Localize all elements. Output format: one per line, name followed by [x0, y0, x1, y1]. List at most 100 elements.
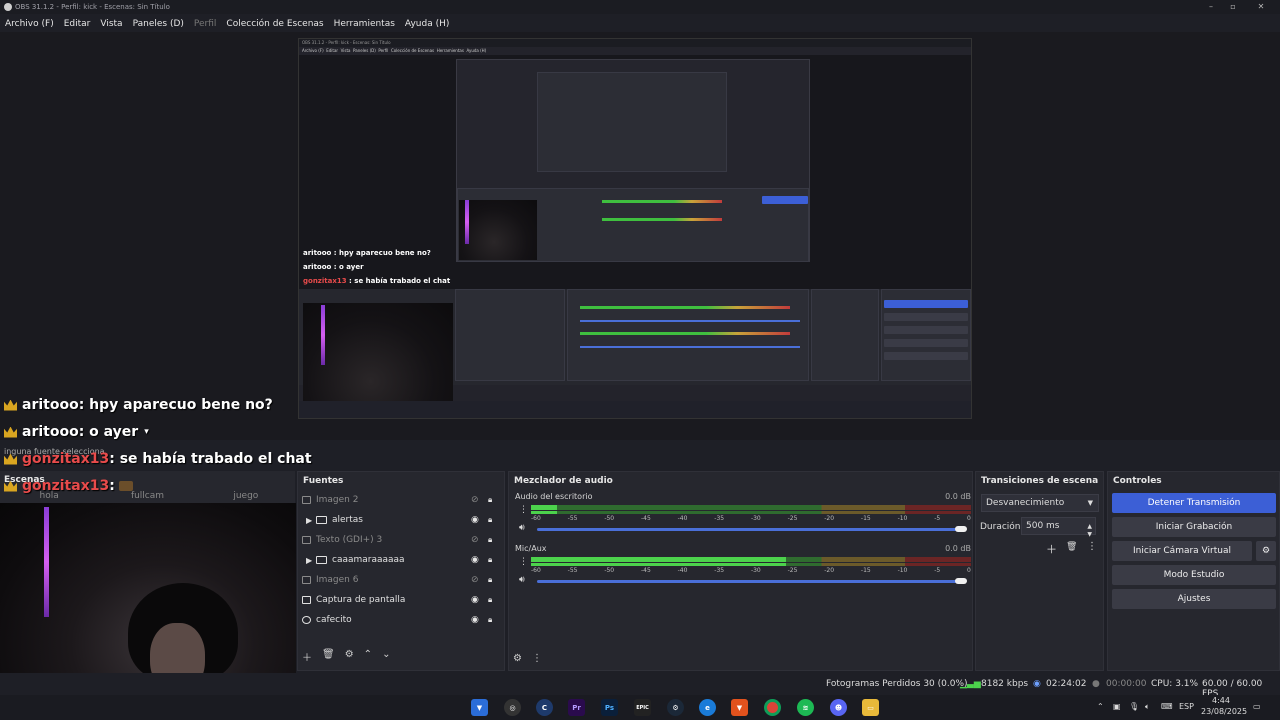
status-bar: Fotogramas Perdidos 30 (0.0%) ▁▃▅ 8182 k…: [0, 673, 1280, 699]
studio-mode-button[interactable]: Modo Estudio: [1112, 565, 1276, 585]
source-item[interactable]: ▶ caaamaraaaaaa: [302, 551, 498, 569]
clock-time[interactable]: 4:44: [1212, 696, 1230, 705]
menu-paneles[interactable]: Paneles (D): [133, 19, 184, 29]
source-item[interactable]: Texto (GDI+) 3: [302, 531, 498, 549]
scene-juego[interactable]: juego: [197, 491, 295, 503]
volume-slider-knob[interactable]: [955, 526, 967, 532]
steam-icon[interactable]: ⚙︎: [667, 699, 684, 716]
trash-icon[interactable]: 🗑︎: [322, 649, 335, 664]
lock-icon[interactable]: 🔒︎: [488, 615, 496, 624]
source-item[interactable]: Captura de pantalla: [302, 591, 498, 609]
speaker-icon[interactable]: 🔊︎: [519, 523, 525, 533]
kebab-menu-icon[interactable]: ⋮: [1087, 541, 1097, 552]
volume-slider[interactable]: [537, 580, 965, 583]
notification-icon[interactable]: ▭: [1253, 702, 1261, 711]
stream-time: 02:24:02: [1046, 679, 1087, 689]
discord-icon[interactable]: ☻: [830, 699, 847, 716]
eye-icon[interactable]: ◉: [471, 616, 481, 625]
kebab-menu-icon[interactable]: ⋮: [519, 505, 528, 515]
eye-icon[interactable]: ◉: [471, 596, 481, 605]
obs-icon[interactable]: ◎: [504, 699, 521, 716]
nested-webcam: [303, 303, 453, 415]
crown-icon: [4, 426, 17, 438]
menu-archivo[interactable]: Archivo (F): [5, 19, 54, 29]
lock-icon[interactable]: 🔒︎: [488, 595, 496, 604]
add-icon[interactable]: ＋: [1046, 541, 1057, 557]
microphone-icon[interactable]: 🎙︎: [1129, 702, 1139, 711]
eye-hidden-icon[interactable]: ⊘: [471, 576, 481, 585]
settings-button[interactable]: Ajustes: [1112, 589, 1276, 609]
speaker-icon[interactable]: 🔊︎: [519, 575, 525, 585]
premiere-icon[interactable]: Pr: [568, 699, 585, 716]
add-icon[interactable]: ＋: [302, 649, 312, 664]
source-item[interactable]: Imagen 2: [302, 491, 498, 509]
nested-docks: [299, 289, 971, 415]
lock-icon[interactable]: 🔒︎: [488, 495, 496, 504]
transitions-dock: Transiciones de escena Desvanecimiento ▼…: [975, 471, 1104, 671]
display-icon: [302, 596, 311, 604]
volume-slider-knob[interactable]: [955, 578, 967, 584]
expand-arrow-icon[interactable]: ▶: [306, 516, 316, 525]
eye-hidden-icon[interactable]: ⊘: [471, 536, 481, 545]
file-explorer-icon[interactable]: ▭: [862, 699, 879, 716]
channel-db: 0.0 dB: [945, 492, 971, 501]
source-item[interactable]: cafecito: [302, 611, 498, 629]
eye-icon[interactable]: ◉: [471, 516, 481, 525]
start-recording-button[interactable]: Iniciar Grabación: [1112, 517, 1276, 537]
expand-arrow-icon[interactable]: ▶: [306, 556, 316, 565]
gear-icon[interactable]: ⚙︎: [513, 653, 522, 664]
lock-icon[interactable]: 🔒︎: [488, 555, 496, 564]
language-indicator[interactable]: ESP: [1179, 702, 1194, 711]
lock-icon[interactable]: 🔒︎: [488, 575, 496, 584]
ccleaner-icon[interactable]: C: [536, 699, 553, 716]
duration-input[interactable]: 500 ms ▲ ▼: [1021, 517, 1096, 538]
menu-coleccion[interactable]: Colección de Escenas: [226, 19, 323, 29]
clock-date[interactable]: 23/08/2025: [1201, 707, 1247, 716]
virtual-camera-settings-icon[interactable]: ⚙︎: [1256, 541, 1276, 561]
chevron-down-icon: ▾: [144, 427, 149, 437]
menu-herramientas[interactable]: Herramientas: [334, 19, 395, 29]
brave-icon[interactable]: ▼: [731, 699, 748, 716]
epic-games-icon[interactable]: EPIC: [634, 699, 651, 716]
scene-fullcam[interactable]: fullcam: [98, 491, 196, 503]
eye-icon[interactable]: ◉: [471, 556, 481, 565]
stop-stream-button[interactable]: Detener Transmisión: [1112, 493, 1276, 513]
trash-icon[interactable]: 🗑︎: [1066, 542, 1077, 552]
close-button[interactable]: ✕: [1246, 0, 1276, 14]
lock-icon[interactable]: 🔒︎: [488, 535, 496, 544]
edge-icon[interactable]: e: [699, 699, 716, 716]
chevron-up-icon[interactable]: ⌃: [1097, 702, 1104, 711]
stream-icon: ◉: [1033, 679, 1041, 689]
source-item[interactable]: ▶ alertas: [302, 511, 498, 529]
spotify-icon[interactable]: ≋: [797, 699, 814, 716]
network-icon[interactable]: ⌨︎: [1161, 702, 1173, 711]
eye-hidden-icon[interactable]: ⊘: [471, 496, 481, 505]
move-down-icon[interactable]: ⌄: [382, 649, 390, 664]
menu-vista[interactable]: Vista: [100, 19, 122, 29]
menu-bar: Archivo (F) Editar Vista Paneles (D) Per…: [0, 15, 1280, 32]
nested-inner-stop-button: [762, 196, 808, 204]
controls-dock: Controles Detener Transmisión Iniciar Gr…: [1107, 471, 1280, 671]
kebab-menu-icon[interactable]: ⋮: [519, 557, 528, 567]
lock-icon[interactable]: 🔒︎: [488, 515, 496, 524]
app-icon[interactable]: ▼: [471, 699, 488, 716]
menu-editar[interactable]: Editar: [64, 19, 91, 29]
sources-dock: Fuentes Imagen 2 ⊘ 🔒︎ ▶ alertas ◉ 🔒︎ Tex…: [297, 471, 505, 671]
menu-perfil[interactable]: Perfil: [194, 19, 217, 29]
gear-icon[interactable]: ⚙︎: [345, 649, 354, 664]
kebab-menu-icon[interactable]: ⋮: [532, 653, 542, 664]
transition-select[interactable]: Desvanecimiento ▼: [981, 494, 1099, 512]
menu-ayuda[interactable]: Ayuda (H): [405, 19, 449, 29]
source-item[interactable]: Imagen 6: [302, 571, 498, 589]
volume-slider[interactable]: [537, 528, 965, 531]
maximize-button[interactable]: ▫: [1218, 0, 1248, 14]
text-icon: [302, 536, 311, 544]
chrome-icon[interactable]: [764, 699, 781, 716]
photoshop-icon[interactable]: Ps: [601, 699, 618, 716]
scene-hola[interactable]: hola: [0, 491, 98, 503]
start-virtual-camera-button[interactable]: Iniciar Cámara Virtual: [1112, 541, 1252, 561]
tray-app-icon[interactable]: ▣: [1113, 702, 1121, 711]
move-up-icon[interactable]: ⌃: [364, 649, 372, 664]
record-time: 00:00:00: [1106, 679, 1147, 689]
volume-icon[interactable]: 🔈︎: [1145, 702, 1150, 712]
